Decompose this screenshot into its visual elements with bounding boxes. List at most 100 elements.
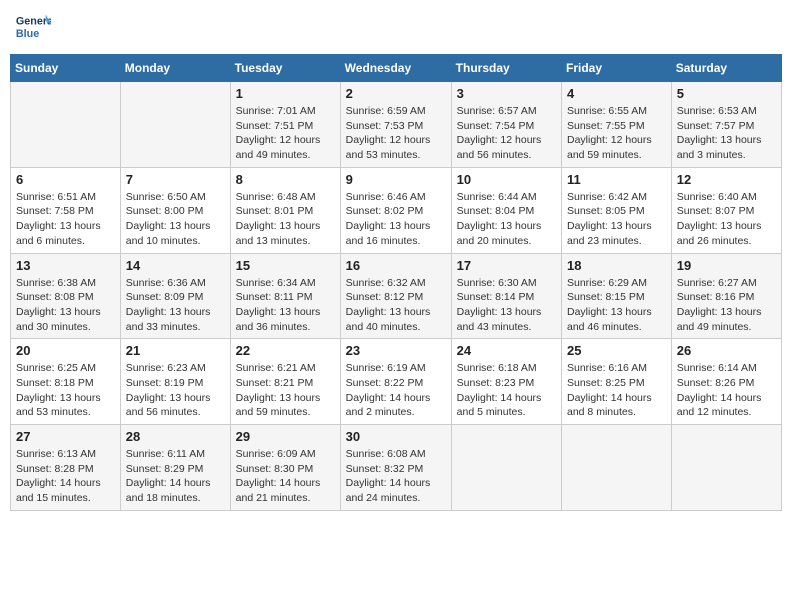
day-info: Sunrise: 6:40 AM Sunset: 8:07 PM Dayligh…	[677, 190, 776, 249]
day-cell	[451, 425, 561, 511]
day-cell: 11 Sunrise: 6:42 AM Sunset: 8:05 PM Dayli…	[562, 167, 672, 253]
day-number: 22	[236, 343, 335, 358]
logo: General Blue	[15, 10, 51, 46]
day-info: Sunrise: 6:48 AM Sunset: 8:01 PM Dayligh…	[236, 190, 335, 249]
day-info: Sunrise: 6:30 AM Sunset: 8:14 PM Dayligh…	[457, 276, 556, 335]
day-info: Sunrise: 6:50 AM Sunset: 8:00 PM Dayligh…	[126, 190, 225, 249]
day-number: 20	[16, 343, 115, 358]
day-cell: 26Sunrise: 6:14 AM Sunset: 8:26 PM Dayli…	[671, 339, 781, 425]
day-cell: 20 Sunrise: 6:25 AM Sunset: 8:18 PM Dayli…	[11, 339, 121, 425]
day-info: Sunrise: 6:53 AM Sunset: 7:57 PM Dayligh…	[677, 104, 776, 163]
day-cell: 19Sunrise: 6:27 AM Sunset: 8:16 PM Dayli…	[671, 253, 781, 339]
day-cell: 21 Sunrise: 6:23 AM Sunset: 8:19 PM Dayli…	[120, 339, 230, 425]
day-number: 24	[457, 343, 556, 358]
week-row-4: 20 Sunrise: 6:25 AM Sunset: 8:18 PM Dayli…	[11, 339, 782, 425]
day-cell: 6 Sunrise: 6:51 AM Sunset: 7:58 PM Daylig…	[11, 167, 121, 253]
day-cell: 16 Sunrise: 6:32 AM Sunset: 8:12 PM Dayli…	[340, 253, 451, 339]
day-cell: 13 Sunrise: 6:38 AM Sunset: 8:08 PM Dayli…	[11, 253, 121, 339]
logo-icon: General Blue	[15, 10, 51, 46]
week-row-2: 6 Sunrise: 6:51 AM Sunset: 7:58 PM Daylig…	[11, 167, 782, 253]
day-number: 4	[567, 86, 666, 101]
week-row-3: 13 Sunrise: 6:38 AM Sunset: 8:08 PM Dayli…	[11, 253, 782, 339]
day-cell: 30 Sunrise: 6:08 AM Sunset: 8:32 PM Dayli…	[340, 425, 451, 511]
day-info: Sunrise: 6:51 AM Sunset: 7:58 PM Dayligh…	[16, 190, 115, 249]
day-number: 26	[677, 343, 776, 358]
day-info: Sunrise: 6:23 AM Sunset: 8:19 PM Dayligh…	[126, 361, 225, 420]
day-cell: 1 Sunrise: 7:01 AM Sunset: 7:51 PM Daylig…	[230, 82, 340, 168]
day-cell: 27 Sunrise: 6:13 AM Sunset: 8:28 PM Dayli…	[11, 425, 121, 511]
day-cell: 17 Sunrise: 6:30 AM Sunset: 8:14 PM Dayli…	[451, 253, 561, 339]
day-number: 17	[457, 258, 556, 273]
day-info: Sunrise: 6:42 AM Sunset: 8:05 PM Dayligh…	[567, 190, 666, 249]
day-info: Sunrise: 6:25 AM Sunset: 8:18 PM Dayligh…	[16, 361, 115, 420]
day-cell: 9 Sunrise: 6:46 AM Sunset: 8:02 PM Daylig…	[340, 167, 451, 253]
day-number: 23	[346, 343, 446, 358]
day-cell: 24 Sunrise: 6:18 AM Sunset: 8:23 PM Dayli…	[451, 339, 561, 425]
day-cell: 29 Sunrise: 6:09 AM Sunset: 8:30 PM Dayli…	[230, 425, 340, 511]
day-cell: 12Sunrise: 6:40 AM Sunset: 8:07 PM Dayli…	[671, 167, 781, 253]
day-number: 1	[236, 86, 335, 101]
day-number: 11	[567, 172, 666, 187]
day-info: Sunrise: 6:46 AM Sunset: 8:02 PM Dayligh…	[346, 190, 446, 249]
day-cell: 28 Sunrise: 6:11 AM Sunset: 8:29 PM Dayli…	[120, 425, 230, 511]
day-info: Sunrise: 6:16 AM Sunset: 8:25 PM Dayligh…	[567, 361, 666, 420]
weekday-header-thursday: Thursday	[451, 55, 561, 82]
day-info: Sunrise: 6:32 AM Sunset: 8:12 PM Dayligh…	[346, 276, 446, 335]
weekday-header-friday: Friday	[562, 55, 672, 82]
day-info: Sunrise: 6:36 AM Sunset: 8:09 PM Dayligh…	[126, 276, 225, 335]
day-number: 10	[457, 172, 556, 187]
day-info: Sunrise: 6:19 AM Sunset: 8:22 PM Dayligh…	[346, 361, 446, 420]
day-number: 2	[346, 86, 446, 101]
day-info: Sunrise: 6:34 AM Sunset: 8:11 PM Dayligh…	[236, 276, 335, 335]
day-number: 3	[457, 86, 556, 101]
week-row-1: 1 Sunrise: 7:01 AM Sunset: 7:51 PM Daylig…	[11, 82, 782, 168]
day-info: Sunrise: 6:38 AM Sunset: 8:08 PM Dayligh…	[16, 276, 115, 335]
day-info: Sunrise: 6:59 AM Sunset: 7:53 PM Dayligh…	[346, 104, 446, 163]
weekday-header-row: SundayMondayTuesdayWednesdayThursdayFrid…	[11, 55, 782, 82]
header: General Blue	[10, 10, 782, 46]
day-info: Sunrise: 6:55 AM Sunset: 7:55 PM Dayligh…	[567, 104, 666, 163]
day-number: 29	[236, 429, 335, 444]
day-number: 8	[236, 172, 335, 187]
day-number: 7	[126, 172, 225, 187]
day-number: 27	[16, 429, 115, 444]
day-info: Sunrise: 7:01 AM Sunset: 7:51 PM Dayligh…	[236, 104, 335, 163]
day-cell: 7 Sunrise: 6:50 AM Sunset: 8:00 PM Daylig…	[120, 167, 230, 253]
calendar: SundayMondayTuesdayWednesdayThursdayFrid…	[10, 54, 782, 511]
day-number: 18	[567, 258, 666, 273]
day-number: 14	[126, 258, 225, 273]
day-cell: 18 Sunrise: 6:29 AM Sunset: 8:15 PM Dayli…	[562, 253, 672, 339]
day-cell	[562, 425, 672, 511]
day-number: 13	[16, 258, 115, 273]
day-cell: 23 Sunrise: 6:19 AM Sunset: 8:22 PM Dayli…	[340, 339, 451, 425]
day-number: 15	[236, 258, 335, 273]
day-info: Sunrise: 6:18 AM Sunset: 8:23 PM Dayligh…	[457, 361, 556, 420]
day-number: 9	[346, 172, 446, 187]
day-number: 30	[346, 429, 446, 444]
day-cell: 5Sunrise: 6:53 AM Sunset: 7:57 PM Daylig…	[671, 82, 781, 168]
day-cell: 22Sunrise: 6:21 AM Sunset: 8:21 PM Dayli…	[230, 339, 340, 425]
day-info: Sunrise: 6:29 AM Sunset: 8:15 PM Dayligh…	[567, 276, 666, 335]
day-info: Sunrise: 6:09 AM Sunset: 8:30 PM Dayligh…	[236, 447, 335, 506]
day-info: Sunrise: 6:57 AM Sunset: 7:54 PM Dayligh…	[457, 104, 556, 163]
day-cell	[120, 82, 230, 168]
day-cell: 4 Sunrise: 6:55 AM Sunset: 7:55 PM Daylig…	[562, 82, 672, 168]
day-cell: 14 Sunrise: 6:36 AM Sunset: 8:09 PM Dayli…	[120, 253, 230, 339]
day-number: 21	[126, 343, 225, 358]
day-info: Sunrise: 6:08 AM Sunset: 8:32 PM Dayligh…	[346, 447, 446, 506]
day-cell: 15 Sunrise: 6:34 AM Sunset: 8:11 PM Dayli…	[230, 253, 340, 339]
day-number: 16	[346, 258, 446, 273]
day-cell: 25Sunrise: 6:16 AM Sunset: 8:25 PM Dayli…	[562, 339, 672, 425]
week-row-5: 27 Sunrise: 6:13 AM Sunset: 8:28 PM Dayli…	[11, 425, 782, 511]
day-number: 28	[126, 429, 225, 444]
day-info: Sunrise: 6:11 AM Sunset: 8:29 PM Dayligh…	[126, 447, 225, 506]
day-info: Sunrise: 6:13 AM Sunset: 8:28 PM Dayligh…	[16, 447, 115, 506]
weekday-header-saturday: Saturday	[671, 55, 781, 82]
day-cell	[11, 82, 121, 168]
day-cell: 2 Sunrise: 6:59 AM Sunset: 7:53 PM Daylig…	[340, 82, 451, 168]
day-cell: 3 Sunrise: 6:57 AM Sunset: 7:54 PM Daylig…	[451, 82, 561, 168]
day-number: 6	[16, 172, 115, 187]
weekday-header-wednesday: Wednesday	[340, 55, 451, 82]
weekday-header-monday: Monday	[120, 55, 230, 82]
day-cell: 10Sunrise: 6:44 AM Sunset: 8:04 PM Dayli…	[451, 167, 561, 253]
